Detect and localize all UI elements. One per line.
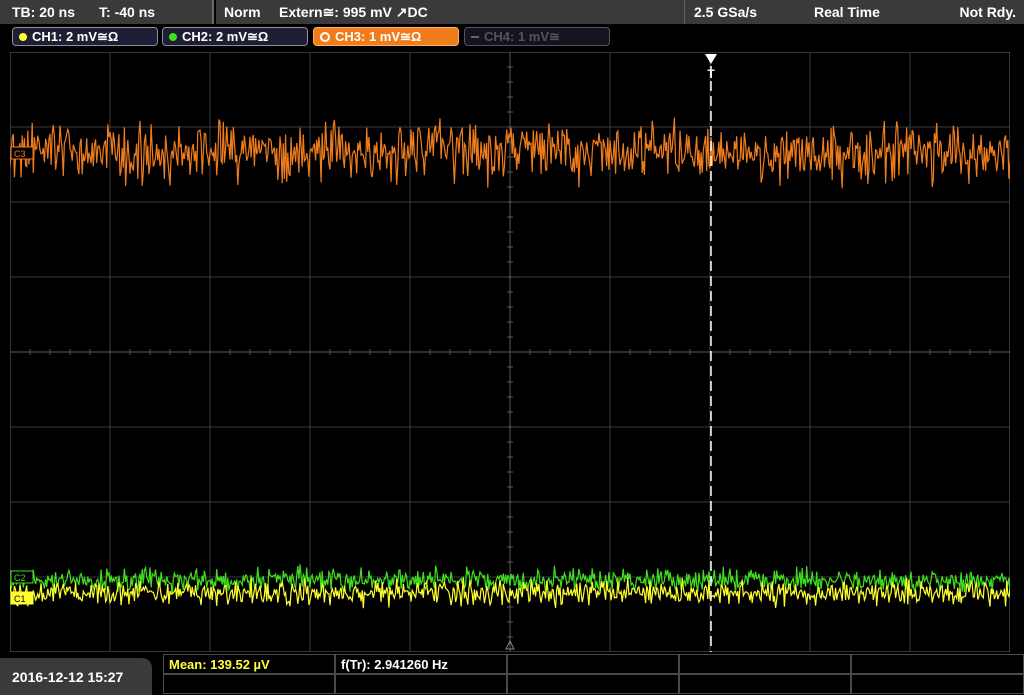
- tab-ch2-label: CH2: 2 mV≅Ω: [182, 28, 269, 44]
- waveform-display[interactable]: T C3 C2 C1: [10, 52, 1010, 652]
- tab-ch1-label: CH1: 2 mV≅Ω: [32, 28, 119, 44]
- measurement-slot-4[interactable]: [679, 654, 851, 674]
- mean-measurement[interactable]: Mean: 139.52 µV: [163, 654, 335, 674]
- trigger-offset-readout[interactable]: T: -40 ns: [99, 4, 155, 20]
- ch1-indicator-icon: [19, 32, 27, 41]
- tab-ch4-label: CH4: 1 mV≅: [484, 28, 560, 44]
- tab-ch2[interactable]: CH2: 2 mV≅Ω: [162, 27, 308, 46]
- status-bar: Norm Extern≅: 995 mV ↗DC 2.5 GSa/s Real …: [216, 0, 1024, 24]
- frequency-measurement[interactable]: f(Tr): 2.941260 Hz: [335, 654, 507, 674]
- measurement-slot-10[interactable]: [851, 674, 1024, 694]
- tab-ch1[interactable]: CH1: 2 mV≅Ω: [12, 27, 158, 46]
- measurement-slot-9[interactable]: [679, 674, 851, 694]
- measurement-slot-8[interactable]: [507, 674, 679, 694]
- ch3-indicator-icon: [320, 31, 330, 42]
- ch2-offset-marker[interactable]: C2: [10, 570, 34, 584]
- tab-ch3-label: CH3: 1 mV≅Ω: [335, 28, 422, 44]
- ch3-offset-marker[interactable]: C3: [10, 146, 34, 160]
- timebase-readout[interactable]: TB: 20 ns: [12, 4, 75, 20]
- acquisition-state: Not Rdy.: [959, 4, 1016, 20]
- tab-ch4[interactable]: CH4: 1 mV≅: [464, 27, 610, 46]
- trigger-label: T: [707, 67, 715, 81]
- ch1-offset-marker[interactable]: C1: [10, 591, 34, 605]
- timebase-panel[interactable]: TB: 20 ns T: -40 ns: [0, 0, 214, 24]
- channel-tab-row: CH1: 2 mV≅Ω CH2: 2 mV≅Ω CH3: 1 mV≅Ω CH4:…: [0, 24, 1024, 48]
- ch4-indicator-icon: [471, 35, 479, 38]
- sample-rate[interactable]: 2.5 GSa/s: [694, 4, 757, 20]
- measurement-slot-5[interactable]: [851, 654, 1024, 674]
- ch2-indicator-icon: [169, 32, 177, 41]
- measurement-slot-6[interactable]: [163, 674, 335, 694]
- trigger-source[interactable]: Extern≅: 995 mV ↗DC: [279, 4, 428, 21]
- measurement-bar: 2016-12-12 15:27 Mean: 139.52 µV f(Tr): …: [0, 654, 1024, 695]
- measurement-grid: Mean: 139.52 µV f(Tr): 2.941260 Hz: [163, 654, 1024, 695]
- trigger-mode[interactable]: Norm: [224, 4, 261, 20]
- ch1-marker-label: C1: [14, 594, 26, 604]
- ch3-marker-label: C3: [14, 149, 26, 159]
- tab-ch3[interactable]: CH3: 1 mV≅Ω: [313, 27, 459, 46]
- ch2-marker-label: C2: [14, 573, 26, 583]
- date-time: 2016-12-12 15:27: [0, 658, 152, 695]
- acquisition-mode[interactable]: Real Time: [814, 4, 880, 20]
- measurement-slot-3[interactable]: [507, 654, 679, 674]
- status-separator: [684, 0, 685, 24]
- measurement-slot-7[interactable]: [335, 674, 507, 694]
